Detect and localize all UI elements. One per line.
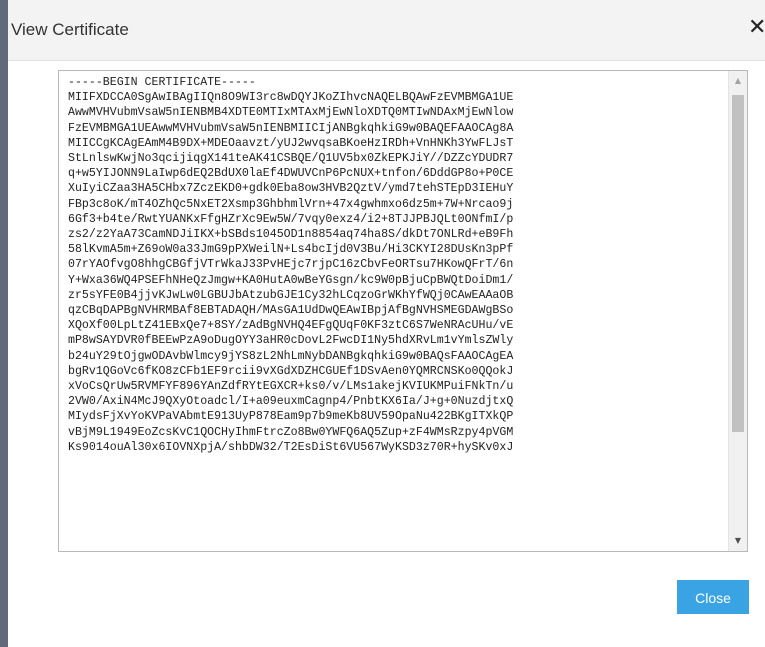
dialog-header: View Certificate ✕ [8, 0, 765, 61]
view-certificate-dialog: View Certificate ✕ -----BEGIN CERTIFICAT… [0, 0, 765, 647]
scroll-down-arrow-icon[interactable]: ▼ [729, 531, 747, 551]
certificate-text: -----BEGIN CERTIFICATE----- MIIFXDCCA0Sg… [68, 76, 514, 454]
scroll-thumb[interactable] [732, 95, 744, 432]
dialog-title: View Certificate [11, 20, 129, 39]
scroll-up-arrow-icon[interactable]: ▲ [729, 71, 747, 91]
certificate-textarea[interactable]: -----BEGIN CERTIFICATE----- MIIFXDCCA0Sg… [58, 70, 748, 552]
dialog-left-edge [0, 0, 8, 647]
close-button[interactable]: Close [677, 580, 749, 614]
close-icon[interactable]: ✕ [748, 14, 765, 42]
vertical-scrollbar[interactable]: ▲ ▼ [728, 71, 747, 551]
